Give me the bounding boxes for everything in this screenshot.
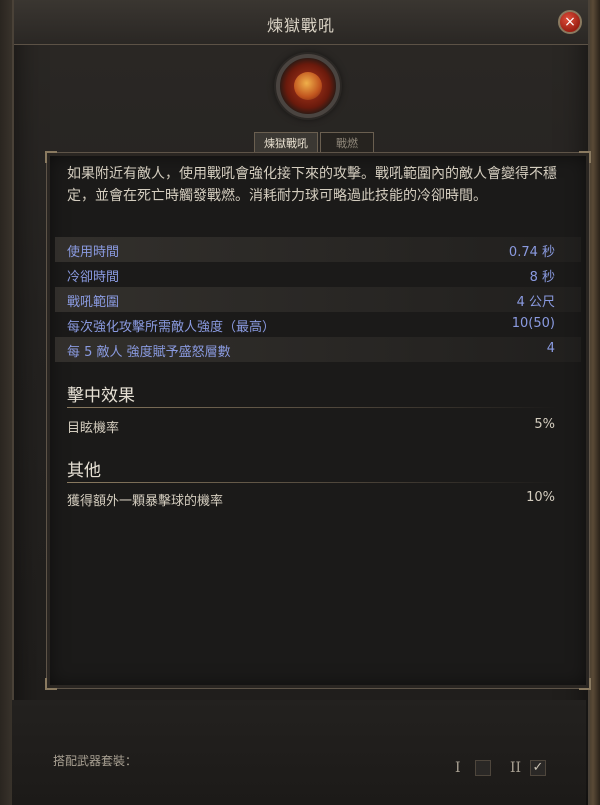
section-divider	[67, 482, 557, 483]
panel-corner-ornament	[579, 151, 591, 163]
stat-row: 使用時間 0.74 秒	[55, 237, 581, 262]
skill-details-panel: 如果附近有敵人，使用戰吼會強化接下來的攻擊。戰吼範圍內的敵人會變得不穩定，並會在…	[45, 151, 591, 690]
tab-inferno-warcry[interactable]: 煉獄戰吼	[254, 132, 318, 154]
stat-value: 4	[546, 341, 555, 356]
stat-label: 使用時間	[67, 245, 120, 260]
weapon-set-one-label: I	[455, 760, 461, 776]
stat-label: 每 5 敵人 強度賦予盛怒層數	[67, 345, 231, 360]
weapon-set-one-checkbox[interactable]	[475, 760, 491, 776]
skill-icon	[276, 54, 340, 118]
skill-tooltip-window: 煉獄戰吼 × 煉獄戰吼 戰燃 如果附近有敵人，使用戰吼會強化接下來的攻擊。戰吼範…	[12, 0, 591, 805]
window-title: 煉獄戰吼	[266, 16, 335, 35]
on-hit-section-title: 擊中效果	[67, 386, 135, 406]
weapon-set-label: 搭配武器套裝：	[53, 754, 138, 768]
fiery-shield-icon	[294, 72, 322, 100]
section-divider	[67, 407, 557, 408]
panel-corner-ornament	[45, 151, 57, 163]
title-bar: 煉獄戰吼 ×	[14, 0, 588, 45]
weapon-set-two-checkbox[interactable]: ✓	[530, 760, 546, 776]
stat-label: 每次強化攻擊所需敵人強度（最高）	[67, 320, 276, 335]
tab-war-burn[interactable]: 戰燃	[320, 132, 374, 154]
weapon-set-two-label: II	[510, 760, 522, 776]
effect-value: 5%	[534, 417, 555, 432]
close-icon[interactable]: ×	[558, 10, 582, 34]
checkmark-icon: ✓	[532, 760, 544, 775]
stat-label: 冷卻時間	[67, 270, 120, 285]
panel-corner-ornament	[579, 678, 591, 690]
stat-row: 每次強化攻擊所需敵人強度（最高） 10(50)	[55, 312, 581, 337]
effect-label: 目眩機率	[67, 421, 120, 436]
other-section-title: 其他	[67, 461, 101, 481]
stat-value: 8 秒	[529, 270, 555, 285]
stat-value: 0.74 秒	[508, 245, 555, 260]
stat-row: 冷卻時間 8 秒	[55, 262, 581, 287]
stats-list: 使用時間 0.74 秒 冷卻時間 8 秒 戰吼範圍 4 公尺 每次強化攻擊所需敵…	[55, 237, 581, 362]
skill-description: 如果附近有敵人，使用戰吼會強化接下來的攻擊。戰吼範圍內的敵人會變得不穩定，並會在…	[67, 166, 557, 204]
effect-label: 獲得額外一顆暴擊球的機率	[67, 494, 224, 509]
stat-label: 戰吼範圍	[67, 295, 120, 310]
stat-row: 每 5 敵人 強度賦予盛怒層數 4	[55, 337, 581, 362]
stat-value: 10(50)	[511, 316, 555, 331]
stat-row: 戰吼範圍 4 公尺	[55, 287, 581, 312]
panel-corner-ornament	[45, 678, 57, 690]
effect-value: 10%	[526, 490, 555, 505]
stat-value: 4 公尺	[516, 295, 555, 310]
